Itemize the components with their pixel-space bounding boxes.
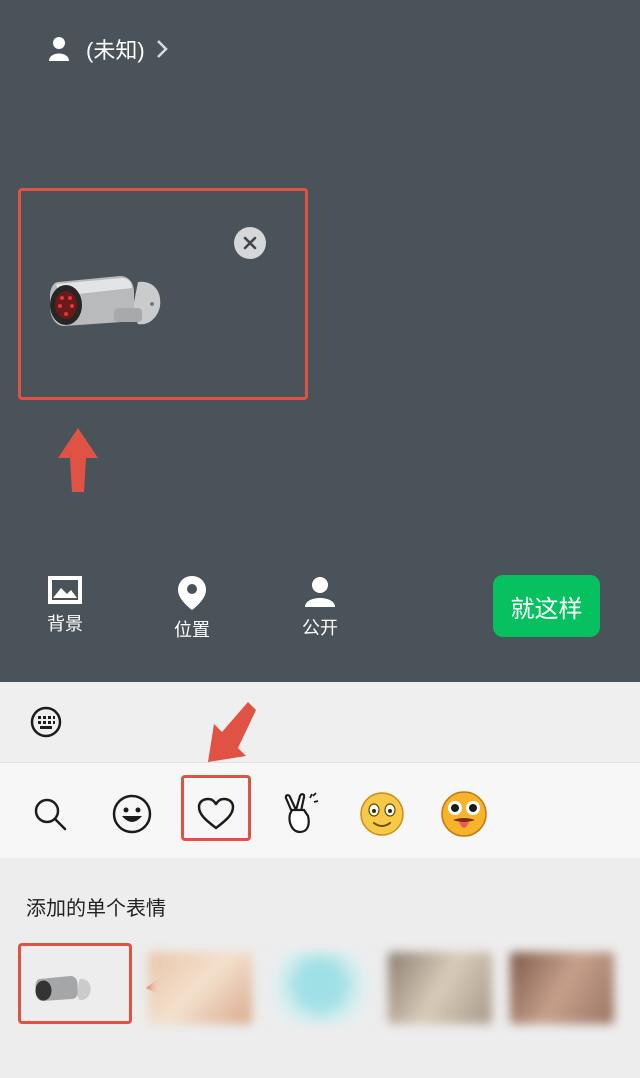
done-button[interactable]: 就这样 <box>493 575 600 637</box>
remove-sticker-button[interactable] <box>234 227 266 259</box>
tab-peace-hand[interactable] <box>276 790 324 838</box>
close-icon <box>243 236 257 250</box>
tab-smiley[interactable] <box>358 790 406 838</box>
tab-favorites[interactable] <box>192 790 240 838</box>
sticker-thumb-camera[interactable] <box>18 943 132 1024</box>
chevron-right-icon <box>156 40 168 58</box>
sticker-thumb-blurred[interactable] <box>510 952 614 1024</box>
user-row[interactable]: (未知) <box>48 34 169 64</box>
public-label: 公开 <box>302 618 338 638</box>
tab-tongue-face[interactable] <box>440 790 488 838</box>
person-icon <box>305 577 335 607</box>
location-button[interactable]: 位置 <box>152 576 232 642</box>
tab-search[interactable] <box>26 790 74 838</box>
image-icon <box>48 576 82 604</box>
smiley-face-icon <box>360 792 404 836</box>
peace-hand-icon <box>284 792 319 834</box>
smiley-outline-icon <box>112 794 152 834</box>
location-label: 位置 <box>174 620 210 640</box>
sticker-thumb-blurred[interactable] <box>148 952 252 1024</box>
tab-emoji[interactable] <box>108 790 156 838</box>
location-pin-icon <box>178 576 206 610</box>
background-button[interactable]: 背景 <box>25 576 105 636</box>
red-arrow-up-annotation <box>58 428 98 492</box>
section-title: 添加的单个表情 <box>26 898 166 920</box>
tongue-face-icon <box>441 791 487 837</box>
keyboard-bar <box>0 682 640 762</box>
security-camera-sticker[interactable] <box>48 268 166 332</box>
sticker-thumb-blurred[interactable] <box>268 952 372 1024</box>
sticker-thumb-blurred[interactable] <box>388 952 492 1024</box>
user-name: (未知) <box>86 38 145 63</box>
red-arrow-down-annotation <box>208 702 256 762</box>
security-camera-thumbnail <box>35 976 91 1001</box>
search-icon <box>34 798 67 831</box>
heart-icon <box>197 797 235 830</box>
person-icon <box>49 37 69 61</box>
keyboard-icon[interactable] <box>30 706 62 738</box>
background-label: 背景 <box>47 614 83 634</box>
public-button[interactable]: 公开 <box>280 576 360 640</box>
